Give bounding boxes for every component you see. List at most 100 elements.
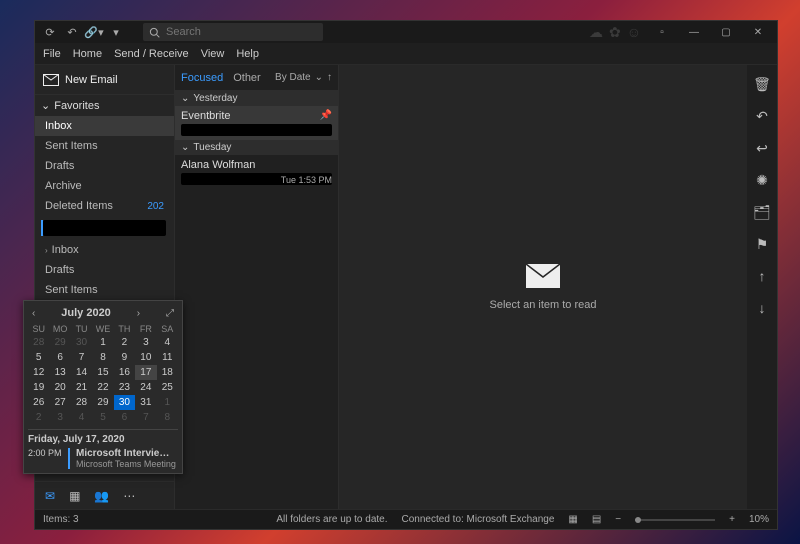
sidebar-item-deleted-items[interactable]: Deleted Items202: [35, 196, 174, 216]
ribbon-toggle-icon[interactable]: ▫: [647, 21, 677, 43]
cal-day[interactable]: 29: [49, 335, 70, 350]
cal-day[interactable]: 8: [92, 350, 113, 365]
maximize-button[interactable]: ▢: [711, 21, 741, 43]
cal-day[interactable]: 28: [28, 335, 49, 350]
cal-day[interactable]: 7: [71, 350, 92, 365]
sidebar-item-drafts[interactable]: Drafts: [35, 156, 174, 176]
message-item[interactable]: Eventbrite📌: [175, 106, 338, 140]
arrow-up-icon[interactable]: ↑: [753, 267, 771, 285]
flag-icon[interactable]: ⚑: [753, 235, 771, 253]
cal-day[interactable]: 11: [157, 350, 178, 365]
sidebar-item-inbox[interactable]: Inbox: [35, 116, 174, 136]
group-header[interactable]: ⌄Yesterday: [175, 91, 338, 106]
settings-icon[interactable]: ✺: [753, 171, 771, 189]
calendar-nav-icon[interactable]: ▦: [69, 489, 80, 503]
menu-view[interactable]: View: [201, 48, 225, 60]
cal-day[interactable]: 5: [92, 410, 113, 425]
sidebar-item-sent-items[interactable]: Sent Items: [35, 280, 174, 300]
account-header[interactable]: [43, 220, 166, 236]
zoom-in[interactable]: +: [729, 514, 735, 525]
cal-day[interactable]: 13: [49, 365, 70, 380]
cal-day[interactable]: 24: [135, 380, 156, 395]
cal-expand-icon[interactable]: ⤢: [166, 308, 174, 319]
status-connected: Connected to: Microsoft Exchange: [402, 514, 555, 525]
sidebar-item-archive[interactable]: Archive: [35, 176, 174, 196]
cal-day[interactable]: 16: [114, 365, 135, 380]
dropdown-icon[interactable]: ▾: [109, 25, 123, 39]
group-header[interactable]: ⌄Tuesday: [175, 140, 338, 155]
favorites-header[interactable]: ⌄Favorites: [35, 95, 174, 116]
cal-day[interactable]: 1: [157, 395, 178, 410]
close-button[interactable]: ✕: [743, 21, 773, 43]
cal-day[interactable]: 30: [114, 395, 135, 410]
cal-day[interactable]: 28: [71, 395, 92, 410]
tab-other[interactable]: Other: [233, 72, 261, 84]
zoom-out[interactable]: −: [615, 514, 621, 525]
cal-prev-icon[interactable]: ‹: [32, 308, 35, 319]
cal-next-icon[interactable]: ›: [137, 308, 140, 319]
menu-help[interactable]: Help: [236, 48, 259, 60]
view-normal-icon[interactable]: ▦: [568, 514, 577, 525]
menu-home[interactable]: Home: [73, 48, 102, 60]
cal-day[interactable]: 19: [28, 380, 49, 395]
cal-day[interactable]: 8: [157, 410, 178, 425]
cal-event-sub: Microsoft Teams Meeting: [76, 459, 176, 469]
minimize-button[interactable]: —: [679, 21, 709, 43]
sidebar-item-inbox[interactable]: ›Inbox: [35, 240, 174, 260]
cal-day[interactable]: 7: [135, 410, 156, 425]
cal-day[interactable]: 3: [135, 335, 156, 350]
cal-day[interactable]: 21: [71, 380, 92, 395]
status-uptodate: All folders are up to date.: [276, 514, 387, 525]
cal-day[interactable]: 18: [157, 365, 178, 380]
search-box[interactable]: [143, 23, 323, 41]
message-item[interactable]: Alana WolfmanTue 1:53 PM: [175, 155, 338, 189]
cal-day[interactable]: 27: [49, 395, 70, 410]
cal-day[interactable]: 25: [157, 380, 178, 395]
cal-day[interactable]: 17: [135, 365, 156, 380]
sidebar-item-drafts[interactable]: Drafts: [35, 260, 174, 280]
menu-file[interactable]: File: [43, 48, 61, 60]
cal-day[interactable]: 31: [135, 395, 156, 410]
cal-day[interactable]: 3: [49, 410, 70, 425]
cal-day[interactable]: 5: [28, 350, 49, 365]
sort-bydate[interactable]: By Date ⌄ ↑: [275, 72, 332, 83]
sync-icon[interactable]: ⟳: [43, 25, 57, 39]
delete-icon[interactable]: 🗑: [753, 75, 771, 93]
cal-day[interactable]: 1: [92, 335, 113, 350]
cal-day[interactable]: 26: [28, 395, 49, 410]
undo-icon[interactable]: ↶: [65, 25, 79, 39]
cal-day[interactable]: 2: [114, 335, 135, 350]
attachment-dropdown-icon[interactable]: 🔗▾: [87, 25, 101, 39]
mail-nav-icon[interactable]: ✉: [45, 489, 55, 503]
zoom-slider[interactable]: [635, 519, 715, 521]
cal-day[interactable]: 2: [28, 410, 49, 425]
cal-day[interactable]: 14: [71, 365, 92, 380]
reply-icon[interactable]: ↩: [753, 139, 771, 157]
cal-day[interactable]: 10: [135, 350, 156, 365]
undo-icon[interactable]: ↶: [753, 107, 771, 125]
tab-focused[interactable]: Focused: [181, 72, 223, 84]
more-nav-icon[interactable]: ⋯: [123, 489, 135, 503]
envelope-icon: [525, 263, 561, 289]
new-email-button[interactable]: New Email: [35, 65, 174, 95]
cal-day[interactable]: 22: [92, 380, 113, 395]
search-input[interactable]: [166, 26, 317, 38]
people-nav-icon[interactable]: 👥: [94, 489, 109, 503]
sidebar-item-sent-items[interactable]: Sent Items: [35, 136, 174, 156]
cal-day[interactable]: 6: [49, 350, 70, 365]
cal-day[interactable]: 4: [157, 335, 178, 350]
cal-day[interactable]: 20: [49, 380, 70, 395]
cal-day[interactable]: 4: [71, 410, 92, 425]
view-reading-icon[interactable]: ▤: [592, 514, 601, 525]
cal-event-title[interactable]: Microsoft Interview & demo w/ Set...: [76, 448, 176, 459]
cal-day[interactable]: 9: [114, 350, 135, 365]
menu-sendreceive[interactable]: Send / Receive: [114, 48, 189, 60]
cal-day[interactable]: 29: [92, 395, 113, 410]
cal-day[interactable]: 6: [114, 410, 135, 425]
arrow-down-icon[interactable]: ↓: [753, 299, 771, 317]
cal-day[interactable]: 30: [71, 335, 92, 350]
cal-day[interactable]: 12: [28, 365, 49, 380]
cal-day[interactable]: 23: [114, 380, 135, 395]
archive-icon[interactable]: 🗂: [753, 203, 771, 221]
cal-day[interactable]: 15: [92, 365, 113, 380]
